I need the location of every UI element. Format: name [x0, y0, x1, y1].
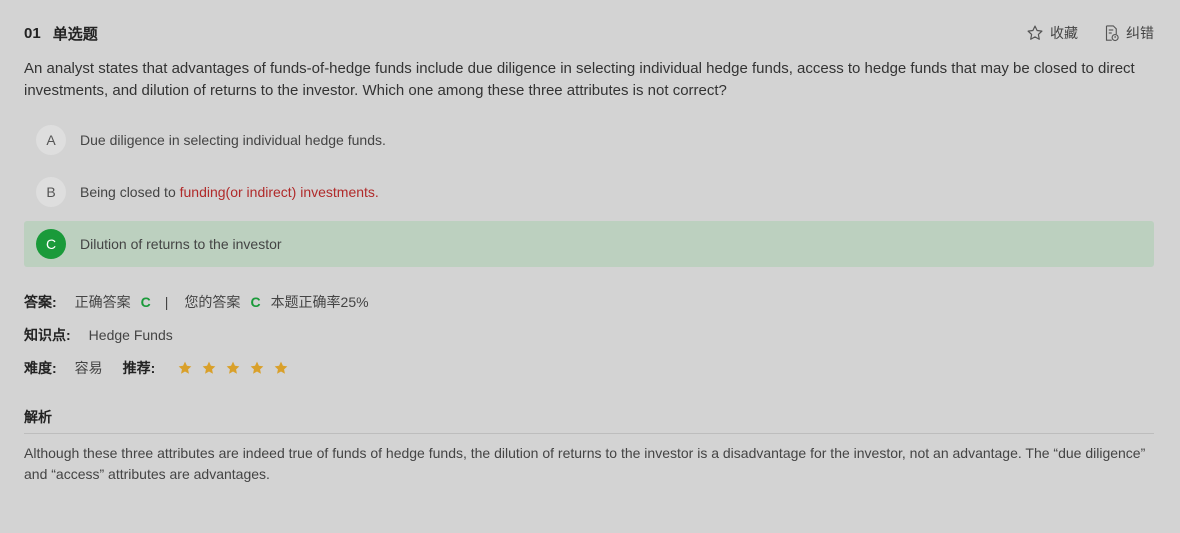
- option-letter: A: [36, 125, 66, 155]
- answer-separator: |: [164, 294, 169, 310]
- knowledge-label: 知识点:: [24, 327, 71, 343]
- option-b[interactable]: B Being closed to funding(or indirect) i…: [24, 169, 1154, 215]
- accuracy-rate: 本题正确率25%: [270, 294, 369, 310]
- option-c[interactable]: C Dilution of returns to the investor: [24, 221, 1154, 267]
- difficulty-row: 难度: 容易 推荐:: [24, 358, 289, 378]
- option-text: Due diligence in selecting individual he…: [80, 132, 386, 148]
- recommend-rating: [177, 360, 289, 376]
- option-list: A Due diligence in selecting individual …: [24, 117, 1154, 273]
- star-icon: [179, 361, 192, 374]
- option-letter: B: [36, 177, 66, 207]
- toolbar: 收藏 纠错: [1026, 23, 1154, 43]
- star-icon: [227, 361, 240, 374]
- knowledge-row: 知识点: Hedge Funds: [24, 325, 173, 345]
- question-number: 01: [24, 24, 41, 42]
- option-a[interactable]: A Due diligence in selecting individual …: [24, 117, 1154, 163]
- option-text-highlight: funding(or indirect) investments.: [179, 184, 379, 200]
- option-text-plain: Being closed to: [80, 184, 180, 200]
- analysis-title: 解析: [24, 409, 52, 425]
- knowledge-value: Hedge Funds: [88, 327, 173, 343]
- divider: [24, 433, 1154, 434]
- question-title: 01 单选题: [24, 23, 98, 44]
- your-answer-label: 您的答案: [184, 294, 241, 310]
- star-icon: [251, 361, 264, 374]
- report-error-button[interactable]: 纠错: [1102, 23, 1154, 43]
- difficulty-label: 难度:: [24, 360, 57, 376]
- option-text: Being closed to funding(or indirect) inv…: [80, 184, 379, 200]
- option-letter: C: [36, 229, 66, 259]
- answer-label: 答案:: [24, 294, 57, 310]
- recommend-label: 推荐:: [122, 360, 156, 376]
- favorite-label: 收藏: [1050, 25, 1078, 41]
- difficulty-value: 容易: [74, 360, 103, 376]
- star-icon: [275, 361, 288, 374]
- star-icon: [203, 361, 216, 374]
- question-stem: An analyst states that advantages of fun…: [24, 60, 1135, 99]
- question-type: 单选题: [52, 25, 98, 43]
- report-error-label: 纠错: [1126, 25, 1154, 41]
- analysis-text: Although these three attributes are inde…: [24, 445, 1146, 482]
- answer-row: 答案: 正确答案 C | 您的答案 C 本题正确率25%: [24, 292, 369, 312]
- your-answer-value: C: [250, 294, 261, 310]
- correct-answer-value: C: [140, 294, 151, 310]
- correct-answer-label: 正确答案: [74, 294, 131, 310]
- star-outline-icon: [1027, 25, 1043, 40]
- report-error-icon: [1105, 25, 1119, 42]
- question-header: 01 单选题 收藏 纠错: [24, 22, 1154, 44]
- favorite-button[interactable]: 收藏: [1026, 23, 1078, 43]
- option-text: Dilution of returns to the investor: [80, 236, 282, 252]
